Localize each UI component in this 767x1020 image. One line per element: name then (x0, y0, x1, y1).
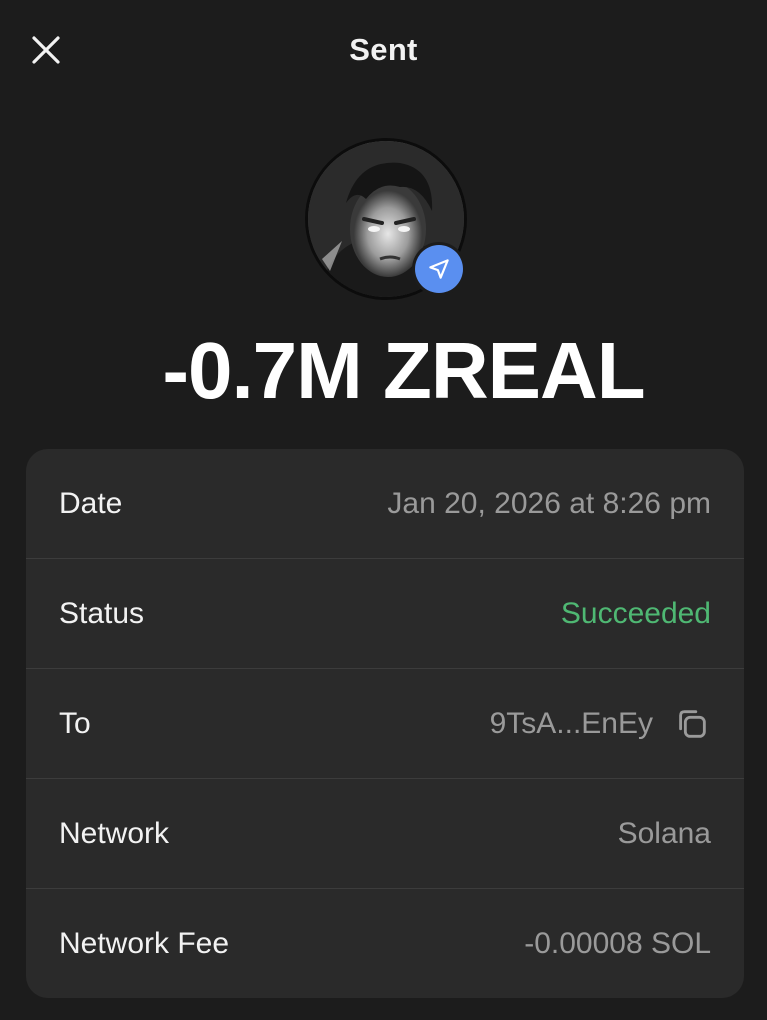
network-fee-value: -0.00008 SOL (524, 927, 711, 960)
network-fee-row: Network Fee -0.00008 SOL (26, 889, 744, 998)
date-label: Date (59, 487, 123, 520)
header: Sent (0, 0, 767, 100)
transaction-details-card: Date Jan 20, 2026 at 8:26 pm Status Succ… (26, 449, 744, 998)
recipient-address: 9TsA...EnEy (489, 707, 653, 740)
status-value: Succeeded (560, 597, 711, 630)
network-label: Network (59, 817, 170, 850)
status-label: Status (59, 597, 145, 630)
sent-badge (412, 242, 466, 296)
to-row: To 9TsA...EnEy (26, 669, 744, 779)
network-fee-label: Network Fee (59, 927, 230, 960)
network-value: Solana (617, 817, 711, 850)
sent-badge-fill (415, 245, 463, 293)
token-avatar-container (305, 138, 467, 300)
transaction-amount: -0.7M ZREAL (162, 326, 645, 415)
date-row: Date Jan 20, 2026 at 8:26 pm (26, 449, 744, 559)
send-arrow-icon (429, 259, 449, 279)
page-title: Sent (349, 32, 418, 67)
date-value: Jan 20, 2026 at 8:26 pm (387, 487, 711, 520)
copy-icon[interactable] (673, 705, 711, 743)
to-value-group: 9TsA...EnEy (490, 669, 711, 779)
to-label: To (59, 707, 91, 740)
network-row: Network Solana (26, 779, 744, 889)
status-row: Status Succeeded (26, 559, 744, 669)
